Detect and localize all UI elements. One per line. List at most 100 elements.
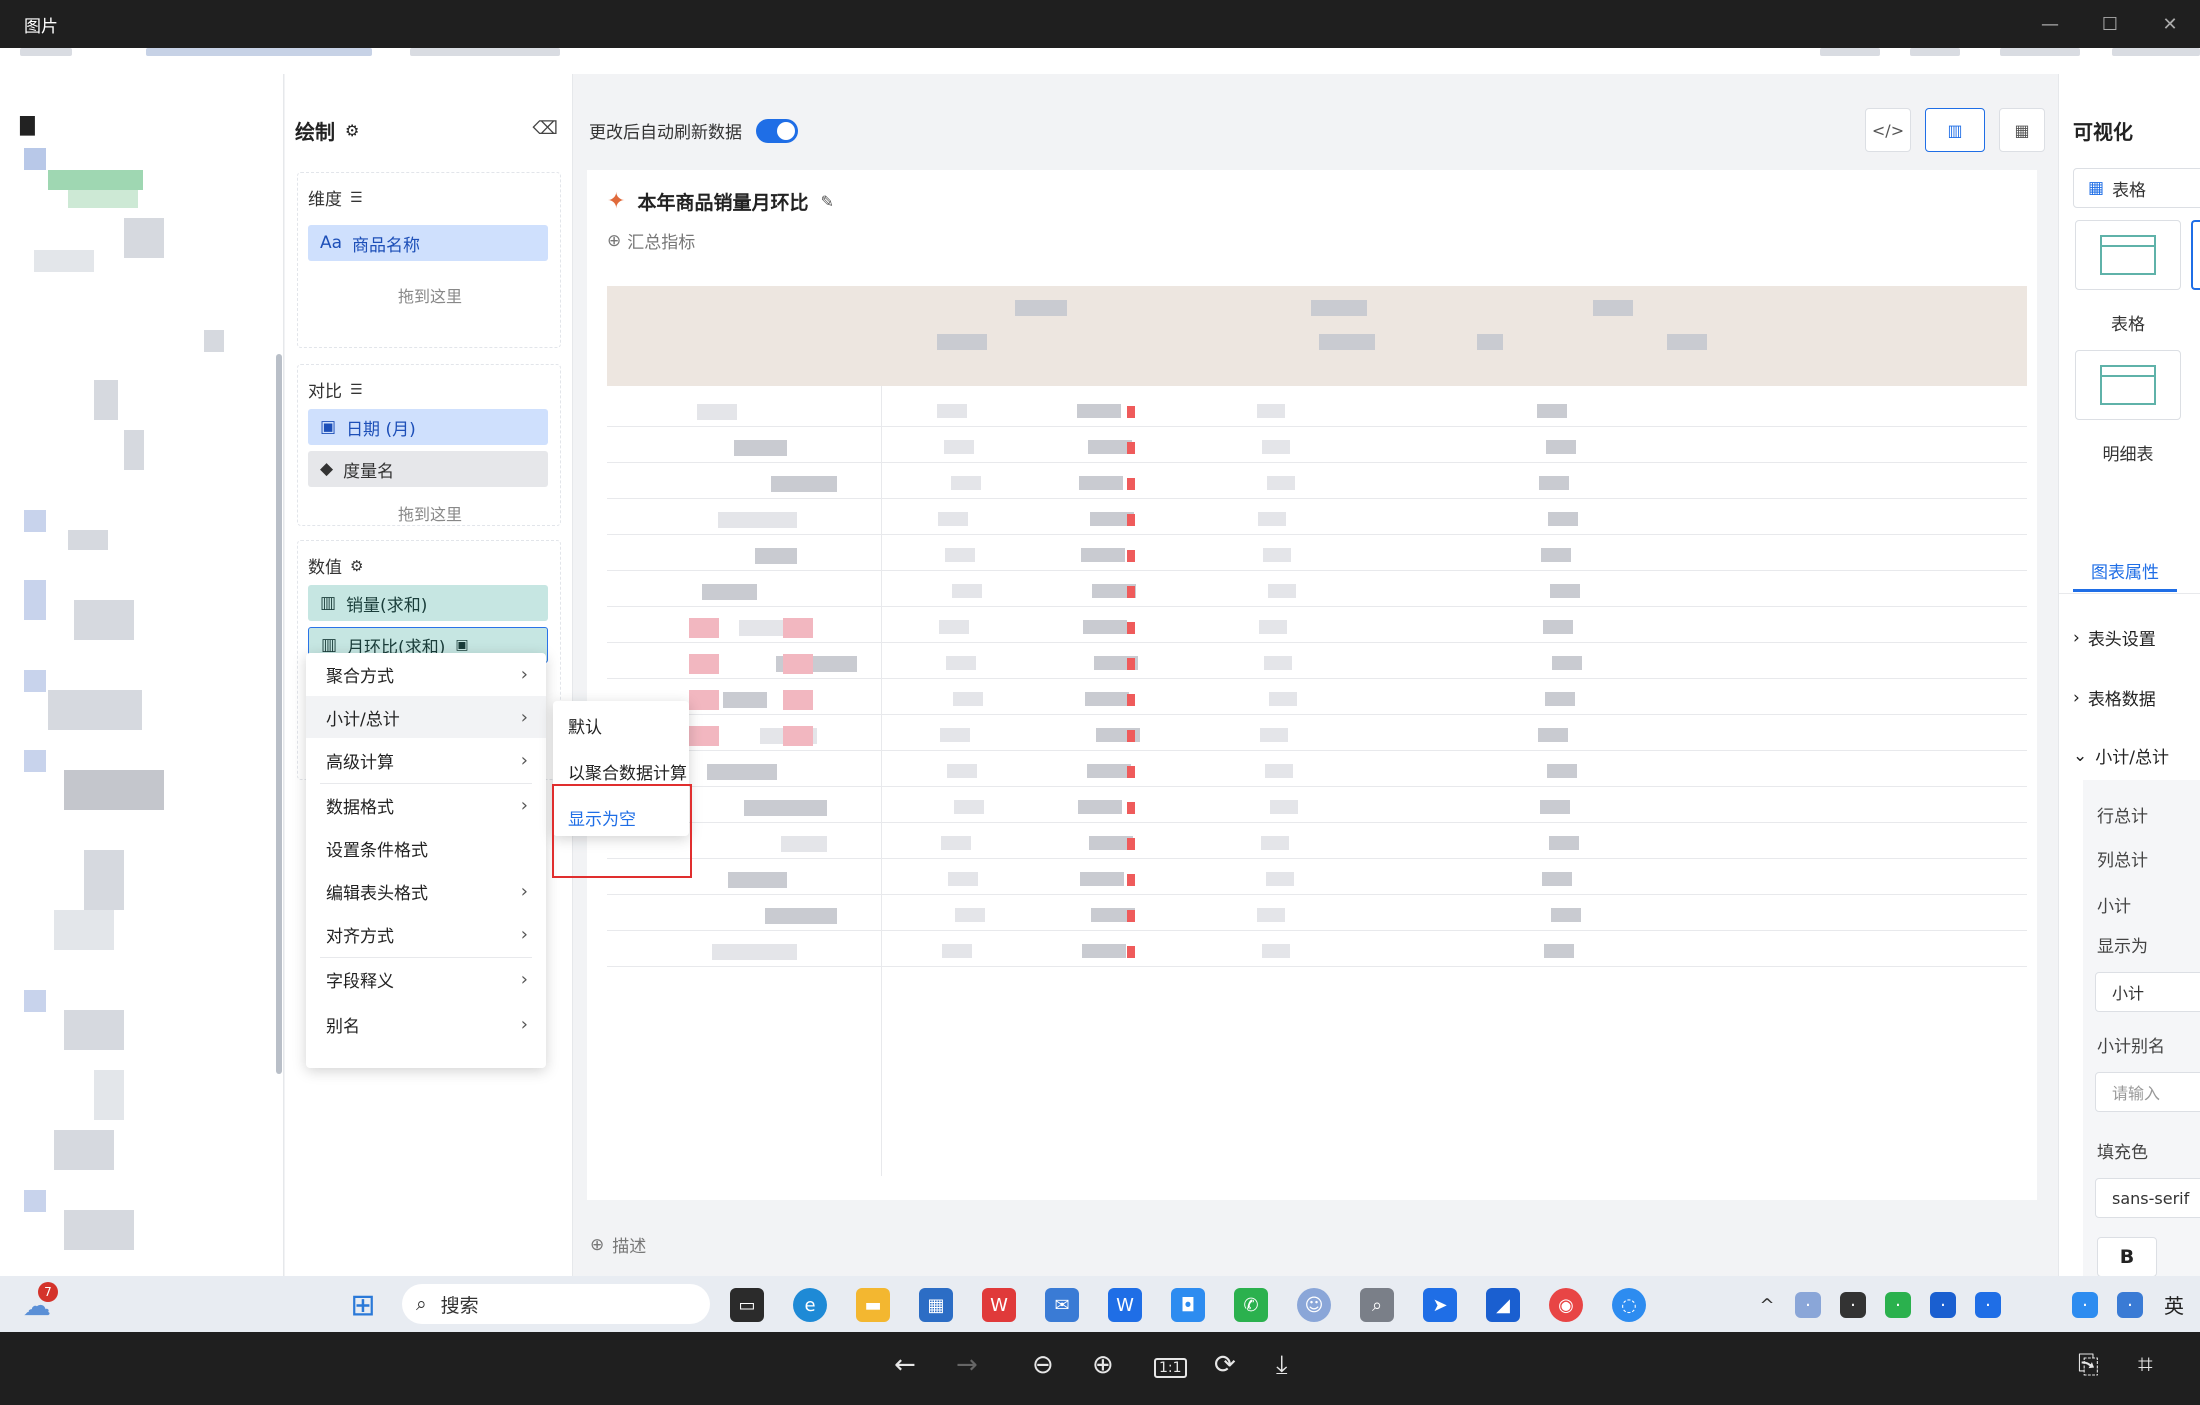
bag-icon[interactable]: ◘ (1171, 1288, 1205, 1322)
tray-lark-icon[interactable]: · (1930, 1292, 1956, 1318)
wps-icon[interactable]: W (982, 1288, 1016, 1322)
bold-button[interactable]: B (2097, 1237, 2157, 1276)
cell-blur (951, 476, 981, 490)
compare-dropzone[interactable]: 拖到这里 (298, 501, 562, 525)
menu-item-conditional-format[interactable]: 设置条件格式 (306, 827, 546, 869)
close-button[interactable]: ✕ (2140, 0, 2200, 48)
tray-chat-icon[interactable]: · (2072, 1292, 2098, 1318)
dimension-dropzone[interactable]: 拖到这里 (298, 283, 562, 307)
lark-icon[interactable]: ◢ (1486, 1288, 1520, 1322)
submenu-aggregate-calc[interactable]: 以聚合数据计算 (568, 759, 687, 784)
cell-blur (938, 512, 968, 526)
cell-blur (947, 764, 977, 778)
font-family-select[interactable]: sans-serif (2095, 1178, 2200, 1218)
section-table-data[interactable]: › 表格数据 (2073, 685, 2156, 711)
subtotal-alias-input[interactable]: 请输入 (2095, 1072, 2200, 1112)
windows-start-icon[interactable]: ⊞ (346, 1288, 380, 1323)
store-icon[interactable]: ▦ (919, 1288, 953, 1322)
row-label-blur (728, 872, 787, 888)
section-header-settings[interactable]: › 表头设置 (2073, 625, 2156, 651)
menu-item-field-definition[interactable]: 字段释义 › (306, 958, 546, 1000)
tray-robot-icon[interactable]: · (1795, 1292, 1821, 1318)
subtotal-label[interactable]: 小计 (2097, 892, 2131, 917)
zoom-in-icon[interactable]: ⊕ (1092, 1350, 1114, 1380)
thumb-table-label: 表格 (2111, 315, 2145, 335)
list-filter-icon[interactable]: ☰ (350, 382, 363, 398)
settings-sliders-icon[interactable]: ⚙ (345, 121, 359, 140)
actual-size-icon[interactable]: 1:1 (1154, 1358, 1187, 1378)
visualization-panel: 可视化 ▦ 表格 表格 明细表 图表属性 › 表头设置 › 表格数据 ⌄ 小计/总计 … (2058, 74, 2200, 1276)
list-filter-icon[interactable]: ☰ (350, 190, 363, 206)
chart-title: 本年商品销量月环比 (637, 192, 809, 214)
tray-mail-icon[interactable]: · (2117, 1292, 2143, 1318)
cell-blur (1263, 548, 1291, 562)
tray-writer-icon[interactable]: · (1975, 1292, 2001, 1318)
menu-item-aggregation[interactable]: 聚合方式 › (306, 653, 546, 695)
compare-field-date[interactable]: ▣ 日期 (月) (308, 409, 548, 445)
search-app-icon[interactable]: ⌕ (1360, 1288, 1394, 1322)
robot-icon[interactable]: ☺ (1297, 1288, 1331, 1322)
submenu-default[interactable]: 默认 (568, 713, 602, 738)
tray-toggle-icon[interactable]: · (1840, 1292, 1866, 1318)
rotate-icon[interactable]: ⟳ (1214, 1350, 1236, 1380)
pin-app-icon[interactable]: ◉ (1549, 1288, 1583, 1322)
row-label-blur (744, 800, 827, 816)
description-button[interactable]: ⊕ 描述 (590, 1232, 646, 1258)
row-total-label[interactable]: 行总计 (2097, 802, 2148, 827)
translate-icon[interactable]: ⎘ (2078, 1350, 2099, 1381)
field-context-menu: 聚合方式 › 小计/总计 › 高级计算 › 数据格式 › 设置条件格式 编辑表头格式 › … (306, 653, 546, 1068)
auto-refresh-toggle[interactable] (756, 118, 798, 143)
phone-icon[interactable]: ✆ (1234, 1288, 1268, 1322)
maximize-button[interactable]: ☐ (2080, 0, 2140, 48)
next-arrow-icon[interactable]: → (956, 1350, 978, 1380)
value-field-sales[interactable]: ▥ 销量(求和) (308, 585, 548, 621)
change-marker (1127, 586, 1135, 598)
edge-icon[interactable]: e (793, 1288, 827, 1322)
highlight-cell (783, 618, 813, 638)
code-view-button[interactable]: </> (1865, 108, 1911, 152)
folder-icon[interactable]: ▬ (856, 1288, 890, 1322)
task-view-icon[interactable]: ▭ (730, 1288, 764, 1322)
dataset-scrollbar[interactable] (276, 354, 282, 1074)
chevron-down-icon: ⌄ (2073, 745, 2088, 766)
menu-item-alignment[interactable]: 对齐方式 › (306, 913, 546, 955)
writer-icon[interactable]: W (1108, 1288, 1142, 1322)
edit-icon[interactable]: ✎ (820, 192, 833, 211)
chart-type-select[interactable]: ▦ 表格 (2073, 168, 2200, 208)
previous-arrow-icon[interactable]: ← (894, 1350, 916, 1380)
eraser-icon[interactable]: ⌫ (533, 118, 558, 139)
zoom-out-icon[interactable]: ⊖ (1032, 1350, 1054, 1380)
thumb-table[interactable] (2075, 220, 2181, 290)
thumb-detail-table[interactable] (2075, 350, 2181, 420)
cell-blur (1259, 620, 1287, 634)
menu-item-header-format[interactable]: 编辑表头格式 › (306, 870, 546, 912)
gear-icon[interactable]: ⚙ (350, 557, 363, 575)
change-marker (1127, 478, 1135, 490)
compare-field-measure[interactable]: ◆ 度量名 (308, 451, 548, 487)
menu-item-data-format[interactable]: 数据格式 › (306, 784, 546, 826)
change-marker (1127, 622, 1135, 634)
chat-app-icon[interactable]: ◌ (1612, 1288, 1646, 1322)
dimension-field-pill[interactable]: Aa 商品名称 (308, 225, 548, 261)
menu-item-alias[interactable]: 别名 › (306, 1003, 546, 1045)
chevron-up-icon[interactable]: ^ (1750, 1288, 1784, 1322)
display-as-select[interactable]: 小计 (2095, 972, 2200, 1012)
feishu-icon[interactable]: ➤ (1423, 1288, 1457, 1322)
summary-metric-button[interactable]: ⊕ 汇总指标 (607, 228, 695, 254)
ime-indicator[interactable]: 英 (2164, 1290, 2184, 1319)
download-icon[interactable]: ⤓ (1276, 1350, 1288, 1381)
minimize-button[interactable]: — (2020, 0, 2080, 48)
thumb-selected-edge[interactable] (2191, 220, 2200, 290)
menu-item-subtotal[interactable]: 小计/总计 › (306, 696, 546, 738)
menu-item-advanced-calc[interactable]: 高级计算 › (306, 739, 546, 781)
tab-chart-properties[interactable]: 图表属性 (2073, 558, 2177, 592)
taskbar-search[interactable]: ⌕ 搜索 (402, 1284, 710, 1324)
section-subtotal[interactable]: ⌄ 小计/总计 (2073, 743, 2169, 769)
col-total-label[interactable]: 列总计 (2097, 846, 2148, 871)
text-extract-icon[interactable]: ⌗ (2138, 1350, 2153, 1381)
table-view-button[interactable]: ▦ (1999, 108, 2045, 152)
chart-view-button[interactable]: ▥ (1925, 108, 1985, 152)
dimension-label: 维度 (308, 190, 342, 210)
mail-icon[interactable]: ✉ (1045, 1288, 1079, 1322)
wechat-icon[interactable]: · (1885, 1292, 1911, 1318)
